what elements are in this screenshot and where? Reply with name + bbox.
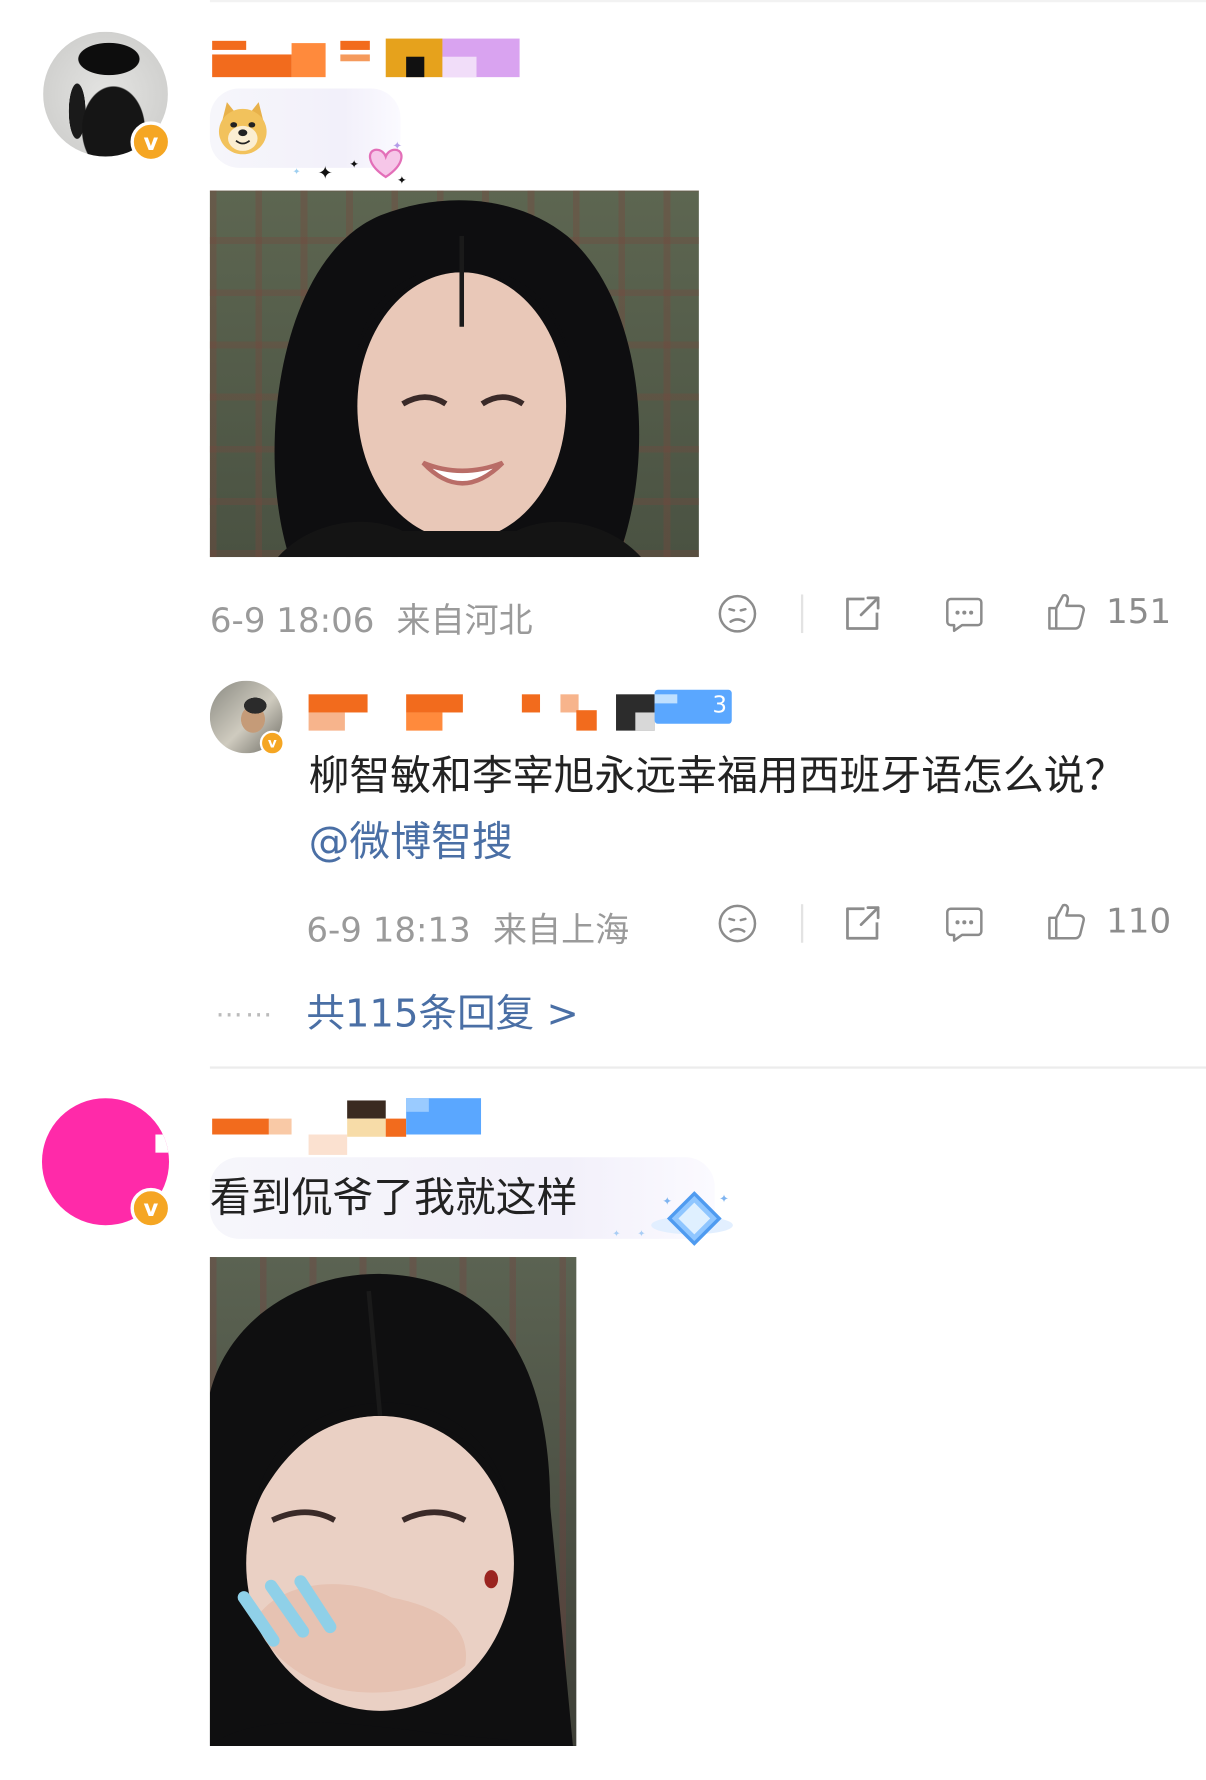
comment-image[interactable]: [209, 1257, 577, 1746]
comment-image[interactable]: [209, 190, 699, 558]
share-icon[interactable]: [842, 593, 883, 634]
action-separator: [800, 904, 804, 943]
top-divider: [209, 0, 1206, 3]
comment-meta: 6-9 18:06 来自河北: [210, 592, 533, 642]
comment-time: 6-9 18:06: [209, 601, 375, 641]
svg-text:✦: ✦: [638, 1230, 646, 1240]
comment-feed: v ✦ ✦ ✦ ✦ ✦ 6-9 18:06 来自河北 151 v 3 柳智敏和李…: [0, 0, 1206, 1780]
doge-emoji-icon: [216, 98, 270, 157]
comment-icon[interactable]: [944, 903, 985, 944]
reply-time: 6-9 18:13: [306, 911, 471, 951]
heart-sparkle-decoration-icon: ✦ ✦ ✦ ✦ ✦: [284, 134, 411, 188]
comment-divider: [209, 1066, 1206, 1069]
like-thumb-icon[interactable]: [1046, 591, 1087, 632]
verified-badge-icon: v: [130, 1187, 172, 1229]
svg-text:✦: ✦: [663, 1194, 673, 1208]
more-dots: ……: [215, 991, 275, 1024]
dislike-face-icon[interactable]: [717, 903, 758, 944]
mention-link[interactable]: @微博智搜: [309, 819, 513, 866]
reply-text-content: 柳智敏和李宰旭永远幸福用西班牙语怎么说？: [308, 753, 1126, 800]
verified-badge-icon: v: [259, 730, 285, 756]
svg-text:✦: ✦: [393, 139, 403, 153]
action-separator: [800, 594, 804, 634]
diamond-sparkle-decoration-icon: ✦ ✦ ✦ ✦: [613, 1187, 738, 1248]
svg-text:✦: ✦: [719, 1192, 729, 1206]
reply-location: 来自上海: [492, 911, 630, 951]
svg-text:✦: ✦: [349, 157, 359, 171]
reply-meta: 6-9 18:13 来自上海: [306, 902, 629, 952]
share-icon[interactable]: [842, 903, 883, 944]
like-count: 110: [1106, 901, 1172, 942]
comment-text: 看到侃爷了我就这样: [209, 1175, 578, 1222]
svg-text:✦: ✦: [318, 163, 333, 184]
reply-text: 柳智敏和李宰旭永远幸福用西班牙语怎么说？ @微博智搜: [309, 744, 1149, 876]
like-count: 151: [1106, 592, 1172, 632]
reply-user-tag: 3: [712, 690, 727, 719]
dislike-face-icon[interactable]: [717, 593, 758, 634]
comment-location: 来自河北: [396, 601, 533, 641]
svg-text:✦: ✦: [613, 1230, 621, 1240]
like-thumb-icon[interactable]: [1046, 901, 1087, 942]
view-all-replies-link[interactable]: 共115条回复 >: [306, 982, 579, 1038]
svg-text:✦: ✦: [397, 173, 407, 187]
svg-text:✦: ✦: [293, 168, 301, 178]
comment-icon[interactable]: [944, 593, 985, 634]
verified-badge-icon: v: [130, 121, 172, 163]
